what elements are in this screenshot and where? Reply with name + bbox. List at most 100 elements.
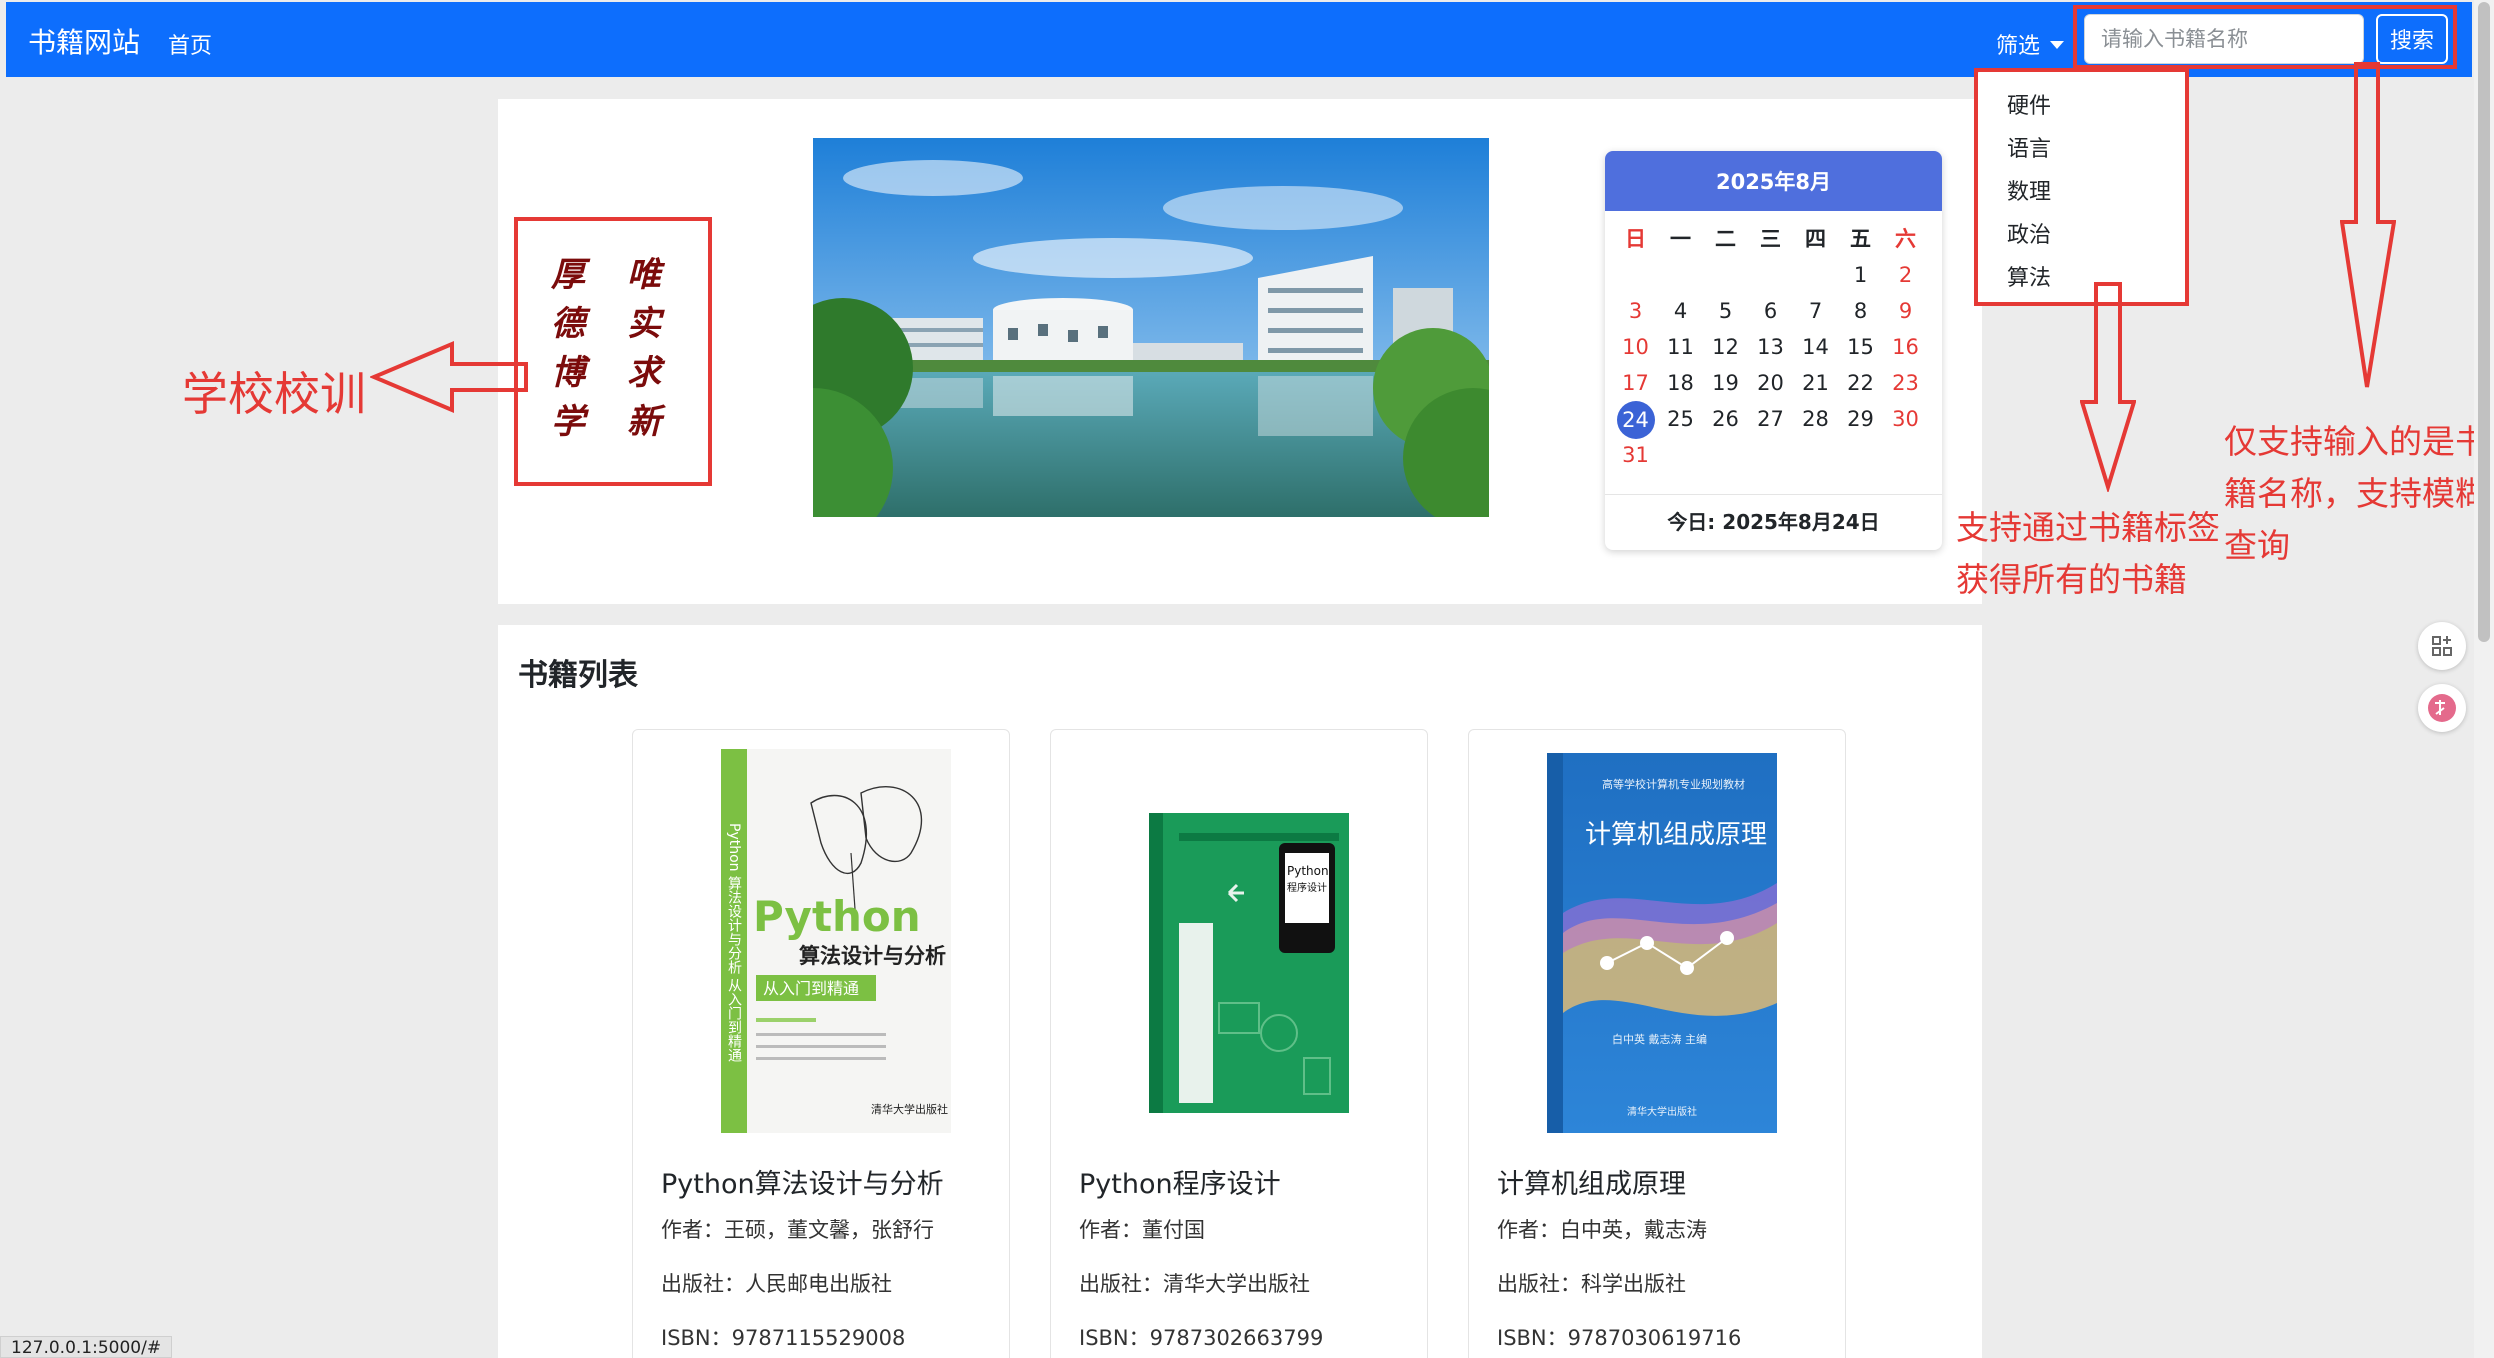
calendar-week-row: 10 11 12 13 14 15 16 xyxy=(1613,329,1933,365)
qr-icon xyxy=(2432,636,2452,656)
calendar-week-row: 17 18 19 20 21 22 23 xyxy=(1613,365,1933,401)
calendar-day[interactable]: 7 xyxy=(1793,293,1838,329)
cover-sub-text: 程序设计 xyxy=(1287,881,1327,894)
nav-home-link[interactable]: 首页 xyxy=(168,28,212,60)
calendar-day xyxy=(1703,437,1748,473)
motto-char: 厚 xyxy=(551,255,585,295)
motto-char: 新 xyxy=(627,402,661,442)
book-publisher: 出版社：清华大学出版社 xyxy=(1079,1272,1310,1296)
calendar-day[interactable]: 11 xyxy=(1658,329,1703,365)
calendar-today-label: 今日: 2025年8月24日 xyxy=(1605,494,1942,549)
calendar-day[interactable]: 3 xyxy=(1613,293,1658,329)
calendar-day[interactable]: 28 xyxy=(1793,401,1838,437)
calendar-day[interactable]: 10 xyxy=(1613,329,1658,365)
calendar-day[interactable]: 18 xyxy=(1658,365,1703,401)
calendar-day[interactable]: 23 xyxy=(1883,365,1928,401)
calendar-widget: 2025年8月 日一二三四五六 1 2 3 4 5 6 7 8 9 10 11 12 13 14 15 16 17… xyxy=(1605,151,1942,550)
calendar-day[interactable]: 13 xyxy=(1748,329,1793,365)
calendar-day[interactable]: 2 xyxy=(1883,257,1928,293)
book-card[interactable]: 高等学校计算机专业规划教材 计算机组成原理 白中英 戴志涛 主编 清华大学出版社… xyxy=(1468,729,1846,1358)
arrow-left-icon xyxy=(370,340,528,414)
annotation-filter-line: 支持通过书籍标签 xyxy=(1956,508,2220,547)
calendar-weekday: 六 xyxy=(1895,227,1916,251)
calendar-day[interactable]: 15 xyxy=(1838,329,1883,365)
calendar-day[interactable]: 9 xyxy=(1883,293,1928,329)
scrollbar-thumb[interactable] xyxy=(2478,2,2490,642)
annotation-search-line: 仅支持输入的是书 xyxy=(2224,422,2488,461)
calendar-week-row: 31 xyxy=(1613,437,1933,473)
calendar-day[interactable]: 16 xyxy=(1883,329,1928,365)
calendar-grid: 日一二三四五六 1 2 3 4 5 6 7 8 9 10 11 12 13 14 15 16 17 18 19 20 21… xyxy=(1613,221,1933,473)
calendar-day[interactable]: 6 xyxy=(1748,293,1793,329)
cover-spine-text: Python 算法设计与分析 从入门到精通 xyxy=(726,823,742,1064)
book-title[interactable]: Python算法设计与分析 xyxy=(661,1162,944,1201)
brand-link[interactable]: 书籍网站 xyxy=(28,21,140,61)
cover-sub-text: 算法设计与分析 xyxy=(799,944,946,968)
annotation-search-line: 查询 xyxy=(2224,526,2290,565)
motto-char: 博 xyxy=(551,353,585,393)
book-card[interactable]: Python 程序设计 Python程序设计 作者：董付国 出版社：清华大学出版… xyxy=(1050,729,1428,1358)
calendar-day[interactable]: 29 xyxy=(1838,401,1883,437)
book-publisher: 出版社：科学出版社 xyxy=(1497,1272,1686,1296)
cover-publisher-text: 清华大学出版社 xyxy=(871,1102,948,1116)
calendar-day xyxy=(1658,437,1703,473)
book-cover-image: 高等学校计算机专业规划教材 计算机组成原理 白中英 戴志涛 主编 清华大学出版社 xyxy=(1469,738,1845,1148)
book-author: 作者：王硕，董文馨，张舒行 xyxy=(661,1218,934,1242)
translate-button[interactable] xyxy=(2418,684,2466,732)
motto-column-left: 厚 德 博 学 xyxy=(548,251,588,447)
calendar-day xyxy=(1658,257,1703,293)
calendar-day[interactable]: 8 xyxy=(1838,293,1883,329)
status-url: 127.0.0.1:5000/# xyxy=(0,1336,173,1358)
book-card[interactable]: Python 算法设计与分析 从入门到精通 Python 算法设计与分析 从入门… xyxy=(632,729,1010,1358)
calendar-day[interactable]: 5 xyxy=(1703,293,1748,329)
calendar-day[interactable]: 31 xyxy=(1613,437,1658,473)
calendar-day[interactable]: 12 xyxy=(1703,329,1748,365)
calendar-day[interactable]: 4 xyxy=(1658,293,1703,329)
calendar-day[interactable]: 19 xyxy=(1703,365,1748,401)
book-cover-image: Python 算法设计与分析 从入门到精通 Python 算法设计与分析 从入门… xyxy=(633,738,1009,1148)
calendar-day[interactable]: 30 xyxy=(1883,401,1928,437)
book-author: 作者：白中英，戴志涛 xyxy=(1497,1218,1707,1242)
calendar-weekday: 四 xyxy=(1805,227,1826,251)
qr-code-button[interactable] xyxy=(2418,622,2466,670)
calendar-day[interactable]: 14 xyxy=(1793,329,1838,365)
calendar-weekday: 一 xyxy=(1670,227,1691,251)
book-author: 作者：董付国 xyxy=(1079,1218,1205,1242)
book-isbn: ISBN：9787302663799 xyxy=(1079,1326,1324,1350)
calendar-day[interactable]: 25 xyxy=(1658,401,1703,437)
calendar-day[interactable]: 20 xyxy=(1748,365,1793,401)
translate-icon xyxy=(2428,694,2456,722)
book-cover-image: Python 程序设计 xyxy=(1051,738,1427,1148)
annotation-search-line: 籍名称，支持模糊 xyxy=(2224,474,2488,513)
calendar-day[interactable]: 21 xyxy=(1793,365,1838,401)
book-isbn: ISBN：9787115529008 xyxy=(661,1326,906,1350)
book-title[interactable]: Python程序设计 xyxy=(1079,1162,1281,1201)
calendar-weekday: 三 xyxy=(1760,227,1781,251)
cover-main-text: Python xyxy=(1287,864,1329,878)
calendar-day[interactable]: 24 xyxy=(1613,401,1658,439)
filter-dropdown-toggle[interactable]: 筛选 xyxy=(1996,28,2065,60)
calendar-day[interactable]: 1 xyxy=(1838,257,1883,293)
annotation-search: 仅支持输入的是书 籍名称，支持模糊 查询 xyxy=(2224,416,2488,572)
motto-char: 求 xyxy=(627,353,661,393)
filter-highlight-box xyxy=(1974,68,2189,306)
book-list-title: 书籍列表 xyxy=(518,658,638,693)
calendar-day xyxy=(1793,437,1838,473)
calendar-day[interactable]: 27 xyxy=(1748,401,1793,437)
calendar-day xyxy=(1793,257,1838,293)
calendar-weekday-row: 日一二三四五六 xyxy=(1613,221,1933,257)
arrow-down-icon xyxy=(2340,62,2396,388)
calendar-day xyxy=(1748,257,1793,293)
cover-authors-text: 白中英 戴志涛 主编 xyxy=(1612,1032,1707,1046)
calendar-day xyxy=(1703,257,1748,293)
search-highlight-box xyxy=(2073,5,2457,69)
motto-column-right: 唯 实 求 新 xyxy=(624,251,664,447)
campus-photo xyxy=(813,138,1489,517)
book-publisher: 出版社：人民邮电出版社 xyxy=(661,1272,892,1296)
cover-band-text: 从入门到精通 xyxy=(763,979,859,998)
book-title[interactable]: 计算机组成原理 xyxy=(1497,1162,1686,1201)
cover-top-text: 高等学校计算机专业规划教材 xyxy=(1602,777,1745,791)
calendar-day[interactable]: 22 xyxy=(1838,365,1883,401)
calendar-day[interactable]: 26 xyxy=(1703,401,1748,437)
calendar-day[interactable]: 17 xyxy=(1613,365,1658,401)
